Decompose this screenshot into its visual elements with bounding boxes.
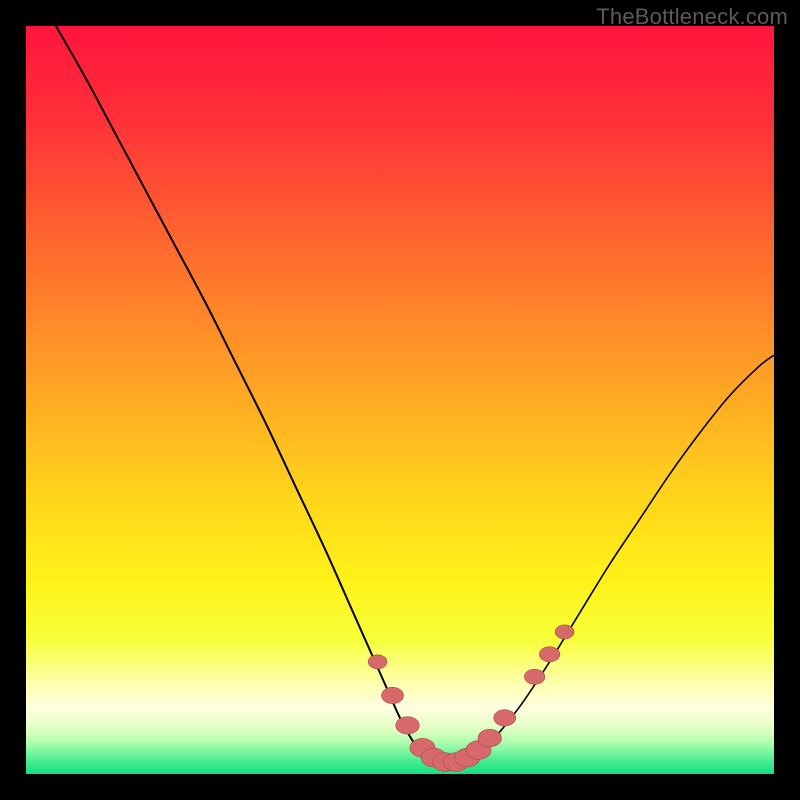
data-point — [494, 710, 516, 726]
data-point — [555, 625, 574, 639]
data-point — [396, 717, 420, 735]
data-point — [382, 687, 404, 703]
data-point — [368, 655, 387, 669]
data-point — [478, 729, 502, 747]
watermark-text: TheBottleneck.com — [596, 4, 788, 29]
plot-area — [26, 26, 774, 774]
watermark-label: TheBottleneck.com — [596, 4, 788, 30]
data-point — [524, 669, 544, 684]
chart-frame: TheBottleneck.com — [0, 0, 800, 800]
data-point — [539, 647, 559, 662]
bottleneck-curve — [26, 26, 774, 774]
